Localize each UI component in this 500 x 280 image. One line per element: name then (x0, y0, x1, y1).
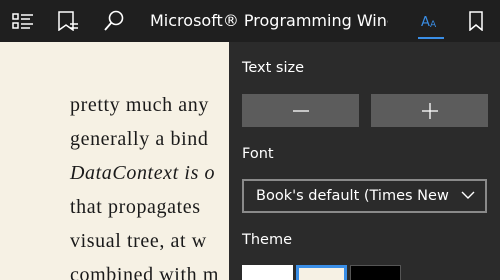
book-text: pretty much any generally a bind DataCon… (70, 88, 219, 280)
decrease-text-size-button[interactable] (242, 94, 359, 127)
font-select[interactable]: Book's default (Times New (242, 179, 487, 213)
book-line: DataContext is o (70, 162, 216, 184)
svg-text:A: A (421, 15, 430, 29)
theme-sepia-swatch[interactable] (296, 265, 347, 280)
bookmarks-list-icon[interactable] (48, 0, 88, 42)
book-line: generally a bind (70, 128, 209, 150)
theme-dark-swatch[interactable] (350, 265, 401, 280)
text-size-label: Text size (242, 60, 305, 76)
theme-label: Theme (242, 232, 293, 248)
text-settings-panel: Text size Font Book's default (Times New… (229, 42, 500, 280)
increase-text-size-button[interactable] (371, 94, 488, 127)
book-line: visual tree, at w (70, 230, 207, 252)
book-title: Microsoft® Programming Windo... (150, 11, 388, 30)
book-line: pretty much any (70, 94, 209, 116)
book-line: that propagates (70, 196, 201, 218)
bookmark-icon[interactable] (456, 0, 496, 42)
svg-text:A: A (430, 20, 437, 29)
font-select-value: Book's default (Times New (256, 188, 449, 204)
book-line: combined with m (70, 264, 219, 280)
font-label: Font (242, 146, 274, 162)
contents-icon[interactable] (3, 0, 43, 42)
theme-light-swatch[interactable] (242, 265, 293, 280)
chevron-down-icon (461, 191, 475, 199)
text-format-icon[interactable]: A A (410, 0, 452, 42)
text-format-active-indicator (418, 37, 444, 39)
plus-icon (421, 102, 438, 119)
top-toolbar: Microsoft® Programming Windo... A A (0, 0, 500, 42)
search-icon[interactable] (94, 0, 134, 42)
minus-icon (292, 109, 309, 112)
